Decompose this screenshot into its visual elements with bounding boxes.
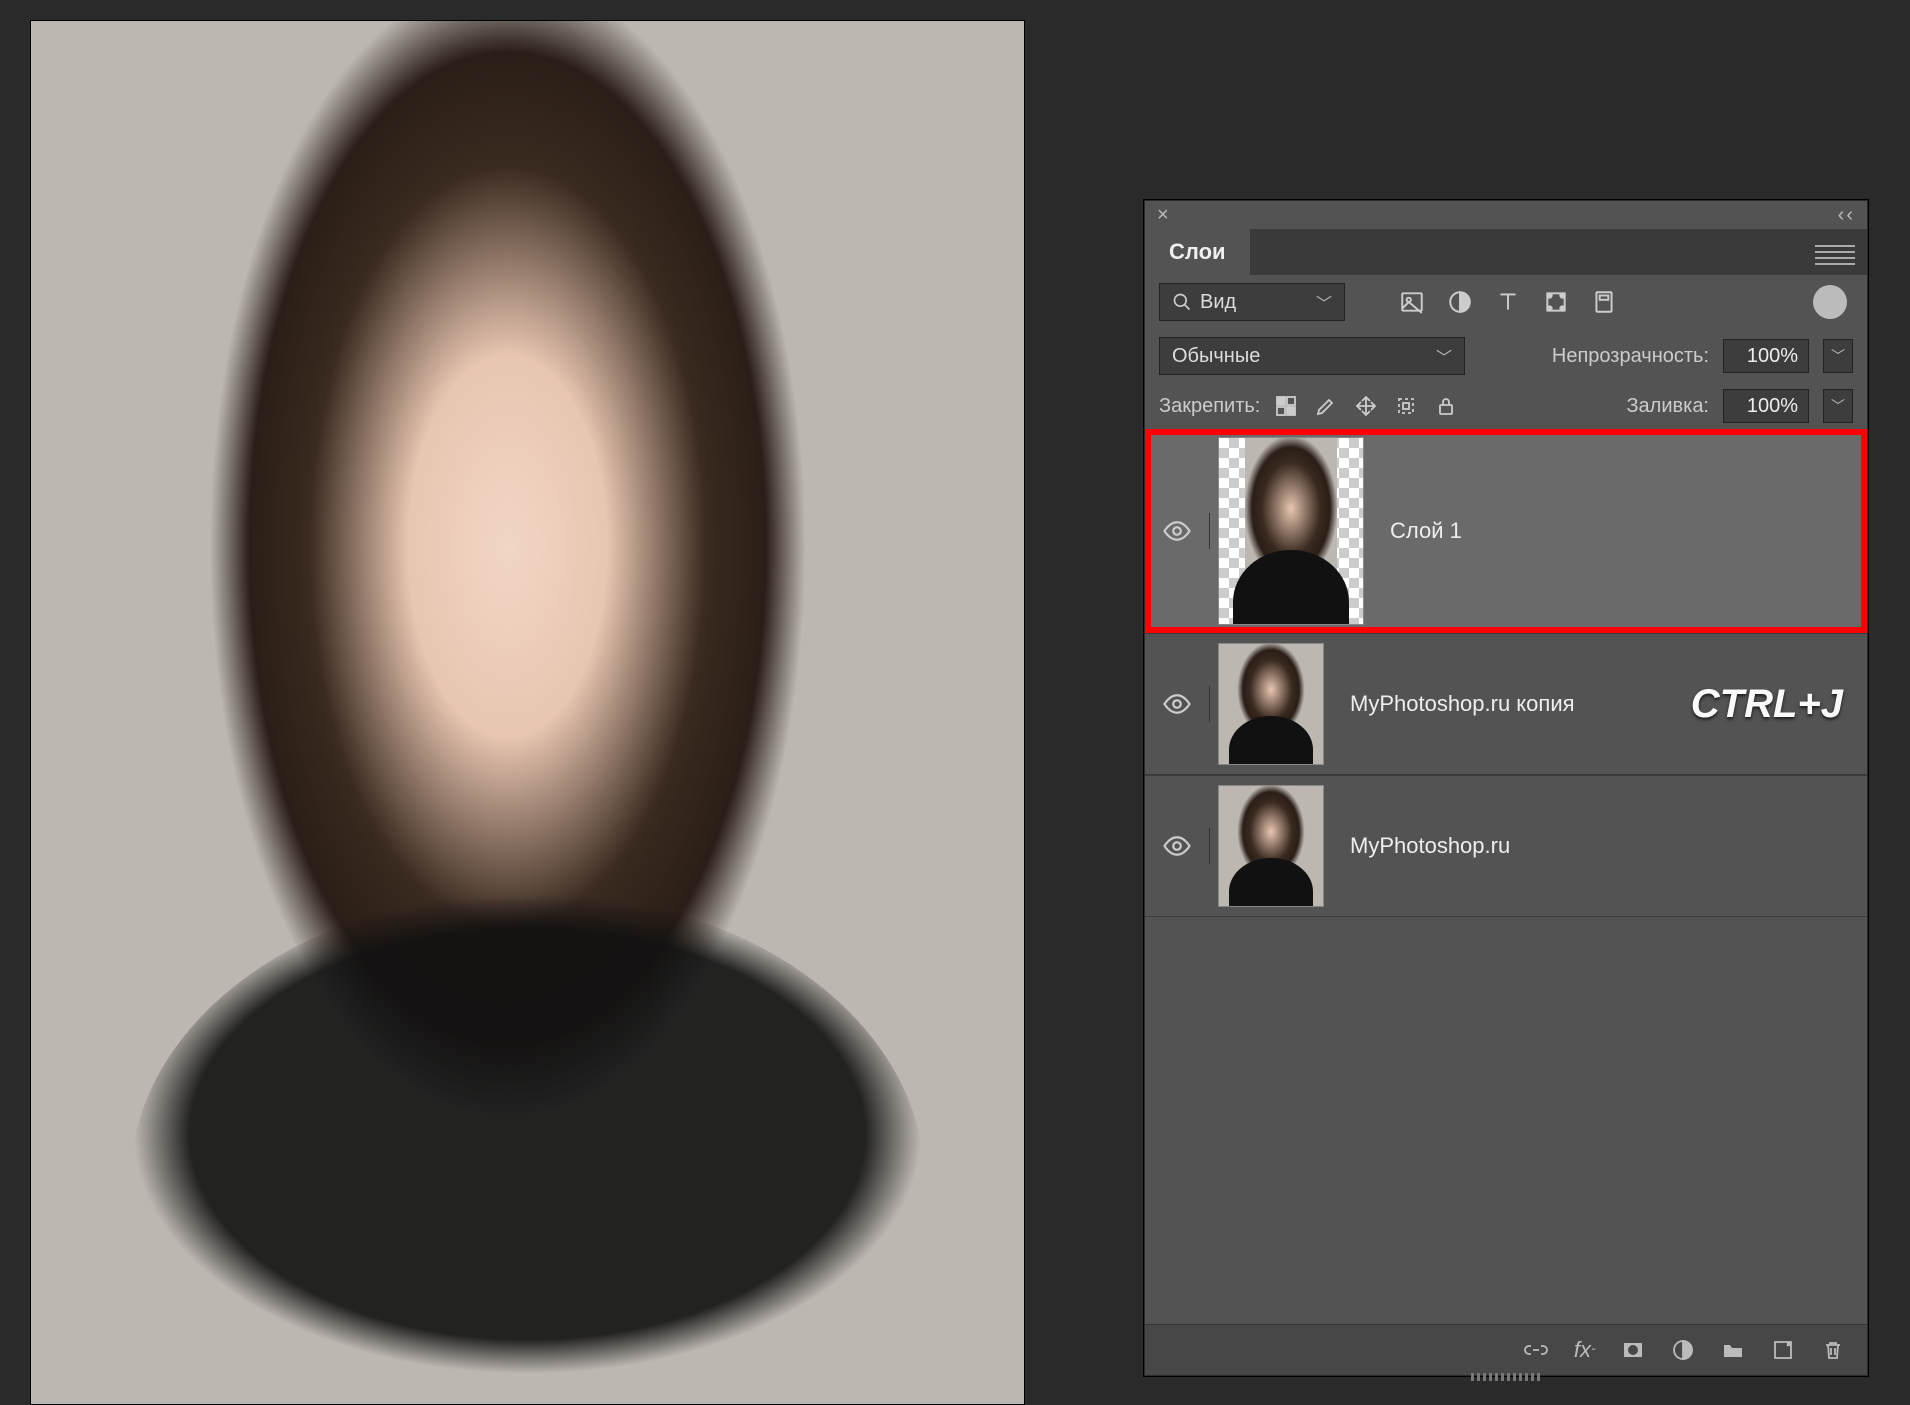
fill-label: Заливка: <box>1626 395 1709 418</box>
fx-icon[interactable]: fxˇ <box>1574 1337 1595 1363</box>
chevron-down-icon: ﹀ <box>1316 290 1332 314</box>
adjustment-icon[interactable] <box>1447 289 1473 315</box>
lock-position-icon[interactable] <box>1354 394 1378 418</box>
chevron-down-icon: ﹀ <box>1436 344 1452 368</box>
layer-name[interactable]: MyPhotoshop.ru <box>1350 833 1510 859</box>
lock-transparent-icon[interactable] <box>1274 394 1298 418</box>
lock-row: Закрепить: Заливка: 100% ﹀ <box>1145 383 1867 429</box>
layer-row[interactable]: MyPhotoshop.ru <box>1145 775 1867 917</box>
new-layer-icon[interactable] <box>1771 1338 1795 1362</box>
trash-icon[interactable] <box>1821 1338 1845 1362</box>
type-icon[interactable] <box>1495 289 1521 315</box>
layer-thumbnail[interactable] <box>1218 643 1324 765</box>
shape-icon[interactable] <box>1543 289 1569 315</box>
opacity-value[interactable]: 100% <box>1723 339 1809 373</box>
blend-row: Обычные ﹀ Непрозрачность: 100% ﹀ <box>1145 329 1867 383</box>
panel-titlebar: × ‹‹ <box>1145 201 1867 229</box>
shortcut-annotation: CTRL+J <box>1691 682 1843 727</box>
layer-thumbnail[interactable] <box>1218 437 1364 625</box>
opacity-label: Непрозрачность: <box>1552 345 1709 368</box>
close-icon[interactable]: × <box>1157 204 1169 227</box>
filter-label: Вид <box>1200 291 1236 314</box>
lock-artboard-icon[interactable] <box>1394 394 1418 418</box>
layers-panel: × ‹‹ Слои Вид ﹀ Обычные ﹀ Непрозрачность… <box>1144 200 1868 1376</box>
panel-bottom-bar: fxˇ <box>1145 1324 1867 1375</box>
lock-icons <box>1274 394 1458 418</box>
panel-tabs: Слои <box>1145 229 1867 275</box>
layer-name[interactable]: MyPhotoshop.ru копия <box>1350 691 1575 717</box>
adjustment-layer-icon[interactable] <box>1671 1338 1695 1362</box>
layer-row[interactable]: Слой 1 <box>1145 429 1867 633</box>
resize-grip[interactable] <box>1471 1373 1541 1381</box>
lock-label: Закрепить: <box>1159 395 1260 418</box>
blend-mode-dropdown[interactable]: Обычные ﹀ <box>1159 337 1465 375</box>
link-icon[interactable] <box>1524 1338 1548 1362</box>
canvas-area[interactable] <box>30 20 1025 1405</box>
layer-name[interactable]: Слой 1 <box>1390 518 1462 544</box>
document-image <box>31 21 1024 1404</box>
filter-toggle[interactable] <box>1813 285 1847 319</box>
opacity-chevron[interactable]: ﹀ <box>1823 339 1853 373</box>
filter-row: Вид ﹀ <box>1145 275 1867 329</box>
filter-icons <box>1399 289 1617 315</box>
visibility-toggle[interactable] <box>1145 689 1209 719</box>
collapse-icon[interactable]: ‹‹ <box>1838 204 1855 227</box>
layer-row[interactable]: MyPhotoshop.ru копия CTRL+J <box>1145 633 1867 775</box>
visibility-toggle[interactable] <box>1145 831 1209 861</box>
smartobject-icon[interactable] <box>1591 289 1617 315</box>
image-icon[interactable] <box>1399 289 1425 315</box>
fill-chevron[interactable]: ﹀ <box>1823 389 1853 423</box>
layer-list: Слой 1 MyPhotoshop.ru копия CTRL+J MyPho… <box>1145 429 1867 917</box>
group-icon[interactable] <box>1721 1338 1745 1362</box>
layer-filter-dropdown[interactable]: Вид ﹀ <box>1159 283 1345 321</box>
mask-icon[interactable] <box>1621 1338 1645 1362</box>
fill-value[interactable]: 100% <box>1723 389 1809 423</box>
panel-menu-icon[interactable] <box>1803 235 1867 275</box>
lock-brush-icon[interactable] <box>1314 394 1338 418</box>
visibility-toggle[interactable] <box>1145 516 1209 546</box>
blend-mode-value: Обычные <box>1172 345 1260 368</box>
lock-all-icon[interactable] <box>1434 394 1458 418</box>
layer-thumbnail[interactable] <box>1218 785 1324 907</box>
tab-layers[interactable]: Слои <box>1145 229 1250 275</box>
